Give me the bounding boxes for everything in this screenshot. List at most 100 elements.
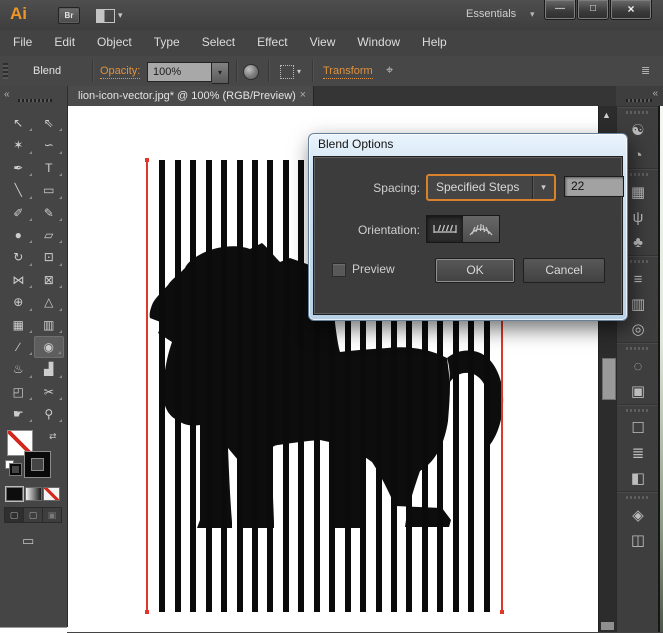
- lasso-tool[interactable]: ∽: [34, 134, 65, 156]
- menu-effect[interactable]: Effect: [246, 30, 298, 55]
- dialog-title[interactable]: Blend Options: [309, 134, 627, 155]
- blend-stripe: [282, 160, 289, 612]
- none-mode-button[interactable]: [43, 487, 60, 501]
- scale-tool[interactable]: ⊡: [34, 246, 65, 268]
- column-graph-tool[interactable]: ▟: [34, 358, 65, 380]
- symbol-sprayer-tool[interactable]: ♨: [3, 358, 34, 380]
- isolate-selected-object-icon[interactable]: ⌖: [386, 62, 393, 78]
- spacing-dropdown-arrow-icon[interactable]: ▾: [532, 176, 554, 199]
- align-to-path-button[interactable]: [463, 215, 500, 243]
- bridge-button[interactable]: Br: [58, 7, 80, 24]
- color-mode-button[interactable]: [6, 487, 23, 501]
- draw-inside-button[interactable]: ▣: [42, 507, 62, 523]
- gradient-mode-button[interactable]: [25, 487, 42, 501]
- scrollbar-thumb[interactable]: [602, 358, 616, 400]
- zoom-tool[interactable]: ⚲: [34, 403, 65, 425]
- menu-help[interactable]: Help: [411, 30, 458, 55]
- artboards-panel[interactable]: ◫: [617, 528, 659, 553]
- opacity-link[interactable]: Opacity:: [100, 65, 141, 79]
- opacity-dropdown-arrow-icon[interactable]: ▾: [212, 62, 229, 84]
- cancel-button[interactable]: Cancel: [523, 258, 605, 283]
- eyedropper-tool[interactable]: ∕: [3, 336, 34, 358]
- draw-normal-button[interactable]: ▢: [4, 507, 24, 523]
- rotate-tool[interactable]: ↻: [3, 246, 34, 268]
- pencil-tool[interactable]: ✎: [34, 202, 65, 224]
- window-controls: — □ ×: [543, 0, 652, 20]
- draw-behind-button[interactable]: ▢: [23, 507, 43, 523]
- menu-window[interactable]: Window: [346, 30, 411, 55]
- collapse-tools-icon[interactable]: «: [4, 90, 10, 100]
- steps-input[interactable]: 22: [564, 176, 624, 197]
- graphic-styles-panel[interactable]: ▣: [617, 379, 659, 404]
- expand-dock-icon[interactable]: «: [652, 89, 658, 99]
- selection-tool[interactable]: ↖: [3, 112, 34, 134]
- transform-panel[interactable]: ☐: [617, 416, 659, 441]
- scroll-up-arrow-icon[interactable]: ▲: [602, 110, 611, 120]
- maximize-button[interactable]: □: [577, 0, 609, 20]
- free-transform-tool[interactable]: ⊠: [34, 269, 65, 291]
- control-bar-grip[interactable]: [3, 63, 8, 79]
- spacing-label: Spacing:: [373, 181, 420, 195]
- menu-view[interactable]: View: [299, 30, 347, 55]
- panel-group-grip[interactable]: [617, 405, 659, 416]
- width-tool[interactable]: ⋈: [3, 269, 34, 291]
- workspace-switcher[interactable]: Essentials: [466, 8, 516, 20]
- menu-select[interactable]: Select: [191, 30, 246, 55]
- blend-tool[interactable]: ◉: [33, 335, 64, 359]
- tools-panel-grip[interactable]: [18, 99, 52, 102]
- layers-panel[interactable]: ◈: [617, 503, 659, 528]
- control-panel-menu-icon[interactable]: ≣: [641, 64, 650, 77]
- paintbrush-tool[interactable]: ✐: [3, 202, 34, 224]
- screen-mode-button[interactable]: ▭: [22, 533, 34, 549]
- tab-close-icon[interactable]: ×: [300, 89, 306, 102]
- shape-builder-tool[interactable]: ⊕: [3, 291, 34, 313]
- menu-edit[interactable]: Edit: [43, 30, 86, 55]
- menu-type[interactable]: Type: [143, 30, 191, 55]
- hand-tool[interactable]: ☛: [3, 403, 34, 425]
- direct-selection-tool[interactable]: ⇖: [34, 112, 65, 134]
- separator: [236, 60, 237, 82]
- workspace-arrow-icon[interactable]: ▾: [530, 9, 535, 20]
- stroke-swatch-black[interactable]: [25, 452, 50, 477]
- eraser-tool[interactable]: ▱: [34, 224, 65, 246]
- recolor-artwork-icon[interactable]: [243, 64, 259, 80]
- menu-file[interactable]: File: [2, 30, 43, 55]
- select-similar-icon[interactable]: [280, 65, 294, 79]
- separator: [268, 60, 269, 82]
- slice-tool[interactable]: ✂: [34, 381, 65, 403]
- gradient-tool[interactable]: ▥: [34, 314, 65, 336]
- panel-group-grip[interactable]: [617, 107, 659, 118]
- blend-stripe: [190, 160, 197, 612]
- type-tool[interactable]: T: [34, 157, 65, 179]
- arrange-documents-arrow-icon[interactable]: ▾: [118, 10, 123, 21]
- opacity-value-field[interactable]: 100%: [147, 62, 212, 82]
- minimize-button[interactable]: —: [544, 0, 576, 20]
- document-tab[interactable]: lion-icon-vector.jpg* @ 100% (RGB/Previe…: [68, 86, 314, 106]
- magic-wand-tool[interactable]: ✶: [3, 134, 34, 156]
- select-similar-arrow-icon[interactable]: ▾: [297, 67, 301, 76]
- preview-checkbox[interactable]: [332, 263, 346, 277]
- dock-grip[interactable]: [626, 99, 652, 102]
- align-to-page-button[interactable]: [426, 215, 464, 243]
- swap-fill-stroke-icon[interactable]: ⇄: [49, 431, 57, 442]
- blob-brush-tool[interactable]: ●: [3, 224, 34, 246]
- transform-link[interactable]: Transform: [323, 65, 373, 79]
- perspective-grid-tool[interactable]: △: [34, 291, 65, 313]
- align-panel[interactable]: ≣: [617, 441, 659, 466]
- close-button[interactable]: ×: [610, 0, 652, 20]
- default-stroke-icon[interactable]: [10, 464, 21, 475]
- menu-object[interactable]: Object: [86, 30, 143, 55]
- panel-group-grip[interactable]: [617, 343, 659, 354]
- ok-button[interactable]: OK: [435, 258, 515, 283]
- panel-group-grip[interactable]: [617, 492, 659, 503]
- spacing-select[interactable]: Specified Steps ▾: [426, 174, 556, 201]
- line-segment-tool[interactable]: ╲: [3, 179, 34, 201]
- rectangle-tool[interactable]: ▭: [34, 179, 65, 201]
- pathfinder-panel[interactable]: ◧: [617, 466, 659, 491]
- appearance-panel[interactable]: ◌: [617, 354, 659, 379]
- scroll-down-button[interactable]: [601, 622, 614, 630]
- mesh-tool[interactable]: ▦: [3, 314, 34, 336]
- pen-tool[interactable]: ✒: [3, 157, 34, 179]
- artboard-tool[interactable]: ◰: [3, 381, 34, 403]
- arrange-documents-icon[interactable]: [96, 9, 115, 23]
